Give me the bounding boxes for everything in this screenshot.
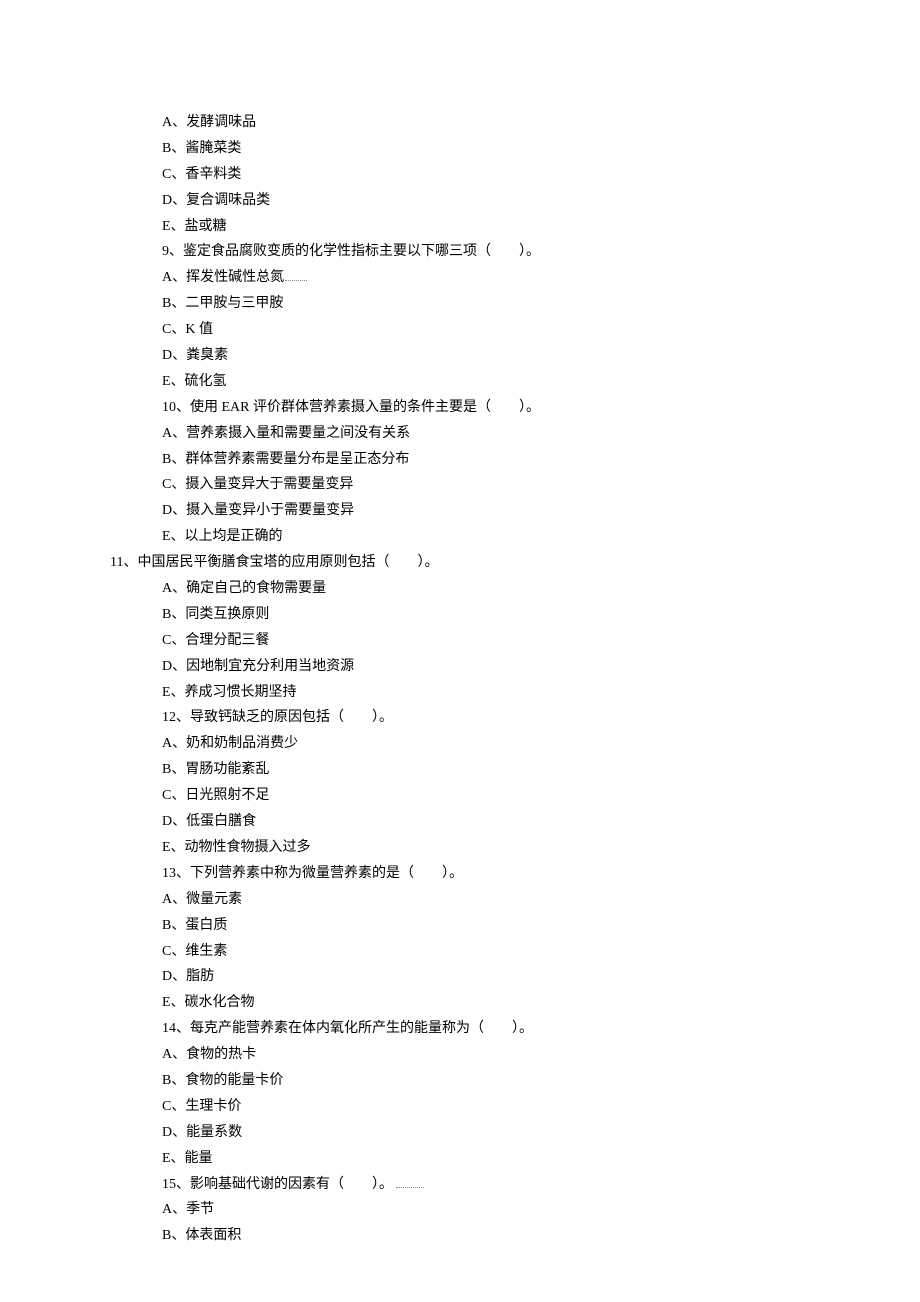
option-b: B、食物的能量卡价 xyxy=(162,1068,920,1094)
option-d: D、摄入量变异小于需要量变异 xyxy=(162,498,920,524)
option-b: B、蛋白质 xyxy=(162,913,920,939)
option-a: A、奶和奶制品消费少 xyxy=(162,731,920,757)
option-c: C、香辛料类 xyxy=(162,162,920,188)
option-b: B、群体营养素需要量分布是呈正态分布 xyxy=(162,447,920,473)
option-e: E、以上均是正确的 xyxy=(162,524,920,550)
option-a: A、确定自己的食物需要量 xyxy=(162,576,920,602)
option-c: C、合理分配三餐 xyxy=(162,628,920,654)
option-e: E、动物性食物摄入过多 xyxy=(162,835,920,861)
option-a: A、季节 xyxy=(162,1197,920,1223)
option-c: C、维生素 xyxy=(162,939,920,965)
question-15: 15、影响基础代谢的因素有（ ）。 xyxy=(162,1172,920,1198)
option-b: B、酱腌菜类 xyxy=(162,136,920,162)
option-d: D、脂肪 xyxy=(162,964,920,990)
option-text: A、挥发性碱性总氮 xyxy=(162,270,284,285)
option-b: B、二甲胺与三甲胺 xyxy=(162,291,920,317)
option-b: B、体表面积 xyxy=(162,1223,920,1249)
option-e: E、硫化氢 xyxy=(162,369,920,395)
option-e: E、养成习惯长期坚持 xyxy=(162,680,920,706)
option-d: D、低蛋白膳食 xyxy=(162,809,920,835)
option-a: A、营养素摄入量和需要量之间没有关系 xyxy=(162,421,920,447)
option-e: E、盐或糖 xyxy=(162,214,920,240)
option-a: A、发酵调味品 xyxy=(162,110,920,136)
dotted-line xyxy=(285,280,307,281)
document-body: A、发酵调味品 B、酱腌菜类 C、香辛料类 D、复合调味品类 E、盐或糖 9、鉴… xyxy=(0,110,920,1249)
option-a: A、微量元素 xyxy=(162,887,920,913)
option-d: D、能量系数 xyxy=(162,1120,920,1146)
dotted-line xyxy=(396,1187,424,1188)
question-14: 14、每克产能营养素在体内氧化所产生的能量称为（ ）。 xyxy=(162,1016,920,1042)
option-d: D、粪臭素 xyxy=(162,343,920,369)
option-d: D、因地制宜充分利用当地资源 xyxy=(162,654,920,680)
option-b: B、胃肠功能紊乱 xyxy=(162,757,920,783)
option-b: B、同类互换原则 xyxy=(162,602,920,628)
option-c: C、摄入量变异大于需要量变异 xyxy=(162,472,920,498)
question-text: 15、影响基础代谢的因素有（ ）。 xyxy=(162,1177,393,1192)
option-c: C、日光照射不足 xyxy=(162,783,920,809)
question-10: 10、使用 EAR 评价群体营养素摄入量的条件主要是（ ）。 xyxy=(162,395,920,421)
option-c: C、生理卡价 xyxy=(162,1094,920,1120)
question-11: 11、中国居民平衡膳食宝塔的应用原则包括（ ）。 xyxy=(110,550,920,576)
question-9: 9、鉴定食品腐败变质的化学性指标主要以下哪三项（ ）。 xyxy=(162,239,920,265)
option-e: E、碳水化合物 xyxy=(162,990,920,1016)
option-e: E、能量 xyxy=(162,1146,920,1172)
question-13: 13、下列营养素中称为微量营养素的是（ ）。 xyxy=(162,861,920,887)
question-12: 12、导致钙缺乏的原因包括（ ）。 xyxy=(162,705,920,731)
option-d: D、复合调味品类 xyxy=(162,188,920,214)
option-c: C、K 值 xyxy=(162,317,920,343)
option-a: A、挥发性碱性总氮 xyxy=(162,265,920,291)
option-a: A、食物的热卡 xyxy=(162,1042,920,1068)
